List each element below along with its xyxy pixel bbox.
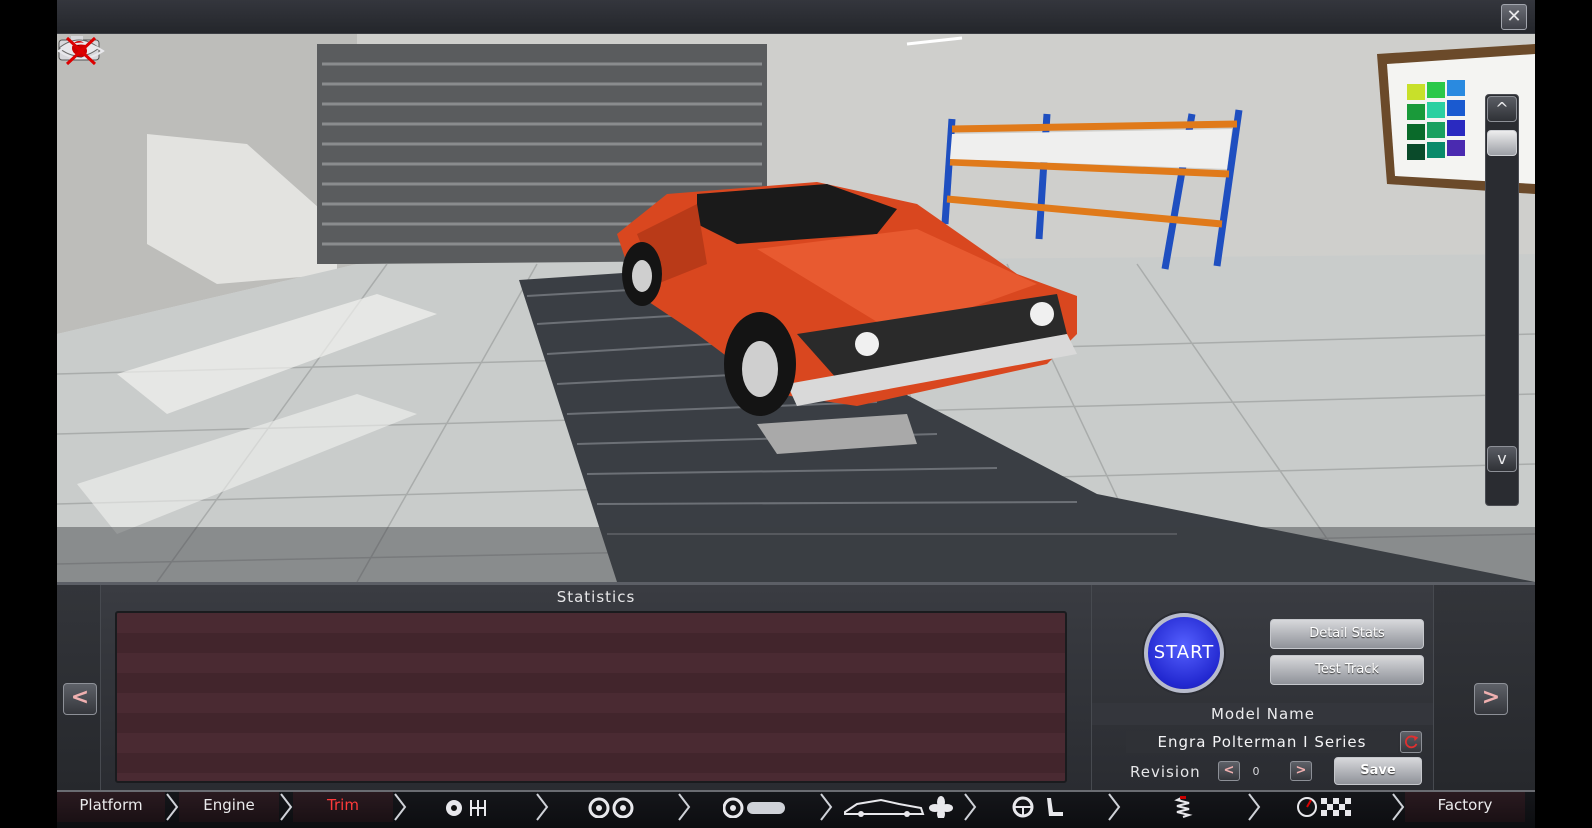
app-window: ✕ ^ v < Statistics START Detail Stats Te… xyxy=(57,0,1535,828)
chevron-right-icon xyxy=(678,793,691,821)
model-name-label: Model Name xyxy=(1092,703,1434,725)
statistics-title: Statistics xyxy=(556,588,636,606)
chevron-right-icon xyxy=(394,793,407,821)
camera-zoom-thumb[interactable] xyxy=(1487,130,1517,156)
camera-down-button[interactable]: v xyxy=(1487,446,1517,472)
save-button[interactable]: Save xyxy=(1334,757,1422,785)
springs-icon[interactable] xyxy=(1169,796,1197,818)
bottom-panel: < Statistics START Detail Stats Test Tra… xyxy=(57,582,1535,793)
statistics-panel xyxy=(115,611,1067,783)
title-bar: ✕ xyxy=(57,0,1535,34)
revision-label: Revision xyxy=(1130,763,1201,781)
car-3d-viewport[interactable]: ^ v xyxy=(57,34,1535,582)
revision-decrement-button[interactable]: < xyxy=(1218,761,1240,781)
interior-icon[interactable] xyxy=(1011,796,1065,818)
close-button[interactable]: ✕ xyxy=(1501,4,1527,30)
wheels-icon[interactable] xyxy=(587,796,637,818)
chevron-right-icon xyxy=(820,793,833,821)
left-side-panel: < xyxy=(57,585,101,793)
nav-engine[interactable]: Engine xyxy=(179,792,279,822)
camera-up-button[interactable]: ^ xyxy=(1487,96,1517,122)
bottom-navigation: Platform Engine Trim Factory xyxy=(57,790,1535,828)
model-name-field[interactable]: Engra Polterman I Series xyxy=(1126,731,1398,753)
suspension-icon[interactable] xyxy=(723,796,787,818)
chevron-right-icon xyxy=(1108,793,1121,821)
revision-value: 0 xyxy=(1252,765,1260,778)
nav-factory[interactable]: Factory xyxy=(1405,792,1525,822)
chevron-right-icon xyxy=(536,793,549,821)
body-icon[interactable] xyxy=(843,796,955,818)
start-button[interactable]: START xyxy=(1144,613,1224,693)
revision-increment-button[interactable]: > xyxy=(1290,761,1312,781)
chevron-right-icon xyxy=(166,793,179,821)
refresh-icon[interactable] xyxy=(1400,731,1422,753)
viewport-shade xyxy=(57,527,1535,582)
previous-section-button[interactable]: < xyxy=(63,683,97,715)
control-panel: START Detail Stats Test Track Model Name… xyxy=(1091,585,1434,793)
hide-ui-icon[interactable] xyxy=(57,34,105,68)
garage-scene xyxy=(57,34,1535,582)
next-section-button[interactable]: > xyxy=(1474,683,1508,715)
chevron-right-icon xyxy=(1248,793,1261,821)
test-track-button[interactable]: Test Track xyxy=(1270,655,1424,685)
chevron-right-icon xyxy=(280,793,293,821)
detail-stats-button[interactable]: Detail Stats xyxy=(1270,619,1424,649)
nav-trim[interactable]: Trim xyxy=(293,792,393,822)
chevron-right-icon xyxy=(964,793,977,821)
gearbox-icon[interactable] xyxy=(445,796,495,818)
test-track-icon[interactable] xyxy=(1297,796,1357,818)
right-side-panel: > xyxy=(1433,585,1535,793)
nav-platform[interactable]: Platform xyxy=(57,792,165,822)
chevron-right-icon xyxy=(1392,793,1405,821)
